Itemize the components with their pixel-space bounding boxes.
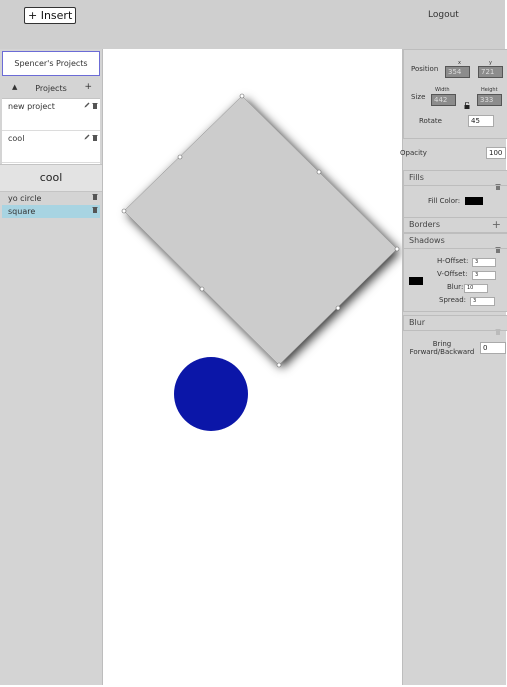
yo-circle-shape[interactable] [174, 357, 248, 431]
logout-link[interactable]: Logout [428, 10, 459, 20]
layer-order-row: Bring Forward/Backward 0 [403, 339, 506, 359]
width-input[interactable]: 442 [431, 94, 456, 106]
layer-name: square [8, 207, 36, 216]
size-label: Size [411, 93, 426, 101]
v-offset-input[interactable]: 3 [472, 271, 496, 280]
v-offset-label: V-Offset: [437, 270, 468, 278]
square-shape[interactable] [123, 95, 398, 366]
blur-label: Blur: [447, 283, 464, 291]
insert-button[interactable]: + Insert [24, 7, 77, 24]
pencil-icon[interactable] [84, 134, 90, 142]
h-offset-input[interactable]: 3 [472, 258, 496, 267]
trash-icon[interactable] [92, 102, 98, 111]
blur-input[interactable]: 10 [464, 284, 488, 293]
transform-section: Position x y 354 721 Size Width Height 4… [403, 49, 507, 139]
height-input[interactable]: 333 [477, 94, 502, 106]
width-label: Width [435, 87, 450, 93]
pencil-icon[interactable] [84, 102, 90, 110]
shadow-color-swatch[interactable] [409, 277, 423, 285]
layer-item-selected[interactable]: square [2, 205, 100, 218]
rotate-label: Rotate [419, 117, 442, 125]
owner-projects-title[interactable]: Spencer's Projects [2, 51, 100, 76]
link-icon[interactable] [464, 95, 470, 114]
resize-handle[interactable] [121, 208, 127, 214]
fill-color-swatch[interactable] [465, 197, 483, 205]
borders-section: Borders + [403, 217, 507, 233]
project-name: cool [8, 134, 25, 143]
order-input[interactable]: 0 [480, 342, 506, 354]
properties-panel: Position x y 354 721 Size Width Height 4… [400, 49, 507, 685]
order-label: Bring Forward/Backward [409, 340, 475, 356]
opacity-label: Opacity [400, 149, 427, 157]
add-project-icon[interactable]: + [84, 82, 92, 92]
project-name: new project [8, 102, 55, 111]
trash-icon[interactable] [92, 192, 98, 205]
fills-section: Fills Fill Color: [403, 170, 507, 219]
resize-handle[interactable] [177, 154, 183, 160]
shadows-section: Shadows H-Offset: 3 V-Offset: 3 Blur: 10… [403, 233, 507, 312]
trash-icon[interactable] [92, 134, 98, 143]
fills-title: Fills [409, 173, 424, 182]
fill-color-label: Fill Color: [428, 197, 461, 205]
design-canvas[interactable] [103, 49, 402, 685]
y-position-input[interactable]: 721 [478, 66, 503, 78]
h-offset-label: H-Offset: [437, 257, 469, 265]
projects-header: ▲ Projects + [2, 82, 100, 96]
resize-handle[interactable] [316, 169, 322, 175]
trash-icon[interactable] [495, 320, 501, 339]
current-project-title: cool [0, 164, 102, 192]
borders-title: Borders [409, 220, 440, 229]
resize-handle[interactable] [239, 93, 245, 99]
shadows-title: Shadows [409, 236, 445, 245]
x-position-input[interactable]: 354 [445, 66, 470, 78]
layer-name: yo circle [8, 194, 42, 203]
spread-label: Spread: [439, 296, 467, 304]
opacity-input[interactable]: 100 [486, 147, 506, 159]
opacity-row: Opacity 100 [400, 144, 506, 164]
height-label: Height [481, 87, 498, 93]
spread-input[interactable]: 3 [470, 297, 495, 306]
left-sidebar: Spencer's Projects ▲ Projects + new proj… [0, 49, 103, 685]
blur-title: Blur [409, 318, 426, 327]
project-item[interactable]: new project [2, 99, 100, 131]
trash-icon[interactable] [92, 205, 98, 218]
position-label: Position [411, 65, 439, 73]
layer-item[interactable]: yo circle [2, 192, 100, 205]
project-item[interactable]: cool [2, 131, 100, 163]
project-list: new project cool [2, 98, 100, 164]
resize-handle[interactable] [199, 286, 205, 292]
add-border-icon[interactable]: + [492, 218, 501, 231]
blur-section: Blur [403, 315, 507, 335]
resize-handle[interactable] [394, 246, 400, 252]
resize-handle[interactable] [335, 305, 341, 311]
resize-handle[interactable] [276, 362, 282, 368]
top-toolbar: + Insert Logout [0, 0, 505, 49]
layer-list: yo circle square [2, 192, 100, 218]
rotate-input[interactable]: 45 [468, 115, 494, 127]
